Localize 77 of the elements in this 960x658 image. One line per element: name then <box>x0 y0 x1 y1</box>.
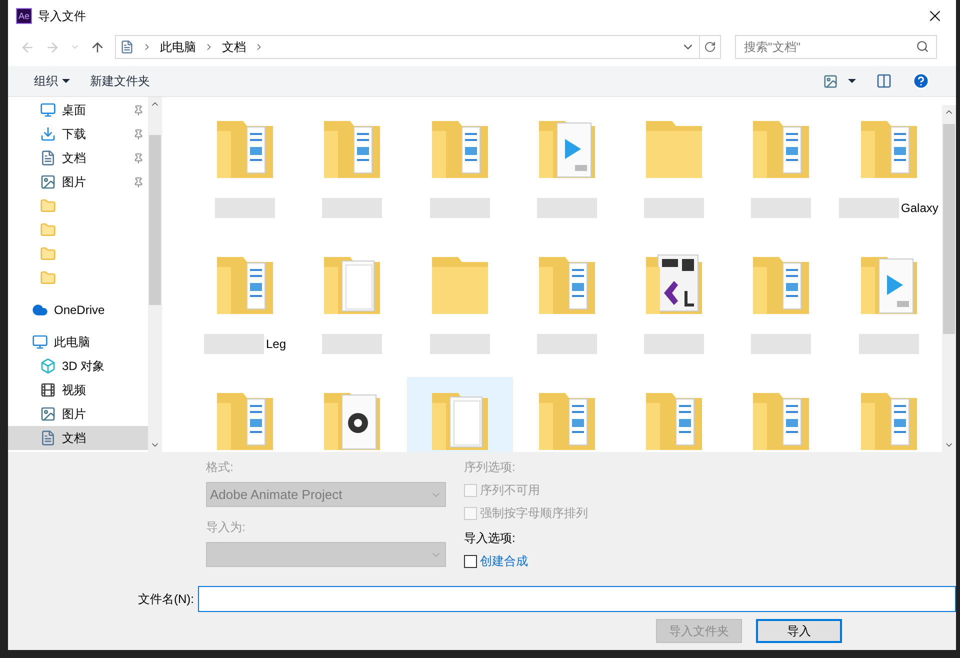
breadcrumb[interactable]: 此电脑 <box>160 38 196 56</box>
blurred-label <box>858 334 919 354</box>
document-icon <box>40 150 56 166</box>
sidebar-item[interactable]: 下载 <box>8 122 148 146</box>
sidebar-item[interactable]: 文档 <box>8 146 148 170</box>
help-icon[interactable] <box>912 72 930 90</box>
blurred-label <box>751 334 812 354</box>
format-label: 格式: <box>206 459 234 476</box>
file-item[interactable]: Galaxy <box>836 105 942 241</box>
checkbox-label: 创建合成 <box>480 553 528 570</box>
download-icon <box>40 126 56 142</box>
blurred-label <box>322 198 382 218</box>
sidebar-item[interactable]: OneDrive <box>8 298 148 322</box>
filename-field[interactable] <box>198 586 956 612</box>
folder-icon <box>40 270 56 286</box>
blurred-label <box>839 198 900 218</box>
blurred-label <box>204 334 264 354</box>
app-logo: Ae <box>16 8 32 24</box>
checkbox-label: 序列不可用 <box>480 482 540 499</box>
pin-icon <box>133 104 144 116</box>
search-field[interactable]: 搜索"文档" <box>735 35 937 59</box>
picture-icon <box>40 406 56 422</box>
pin-icon <box>133 128 144 140</box>
document-icon <box>120 40 134 54</box>
blurred-label <box>536 198 597 218</box>
filename-label: 文件名(N): <box>138 591 194 608</box>
sidebar-item[interactable]: 视频 <box>8 378 148 402</box>
blurred-label <box>644 334 704 354</box>
sidebar-item[interactable]: 图片 <box>8 402 148 426</box>
blurred-label <box>644 198 704 218</box>
blurred-label <box>322 334 382 354</box>
view-icon[interactable] <box>823 74 838 88</box>
document-icon <box>40 430 56 446</box>
folder-icon <box>40 198 56 214</box>
sidebar-item[interactable]: 3D 对象 <box>8 354 148 378</box>
sidebar-item[interactable]: 文档 <box>8 426 148 450</box>
blurred-label <box>430 198 490 218</box>
folder-icon <box>40 222 56 238</box>
caret-icon[interactable] <box>848 79 856 83</box>
import-as-label: 导入为: <box>206 519 246 536</box>
refresh-icon <box>704 41 716 53</box>
back-icon[interactable] <box>20 40 35 54</box>
picture-icon <box>40 174 56 190</box>
refresh-button[interactable] <box>700 35 721 59</box>
window-title: 导入文件 <box>38 8 86 25</box>
cloud-icon <box>32 302 48 318</box>
breadcrumb[interactable]: 文档 <box>222 38 246 56</box>
sidebar-item[interactable]: 桌面 <box>8 98 148 122</box>
search-icon <box>916 40 929 53</box>
checkbox-label: 强制按字母顺序排列 <box>480 505 588 522</box>
pin-icon <box>133 152 144 164</box>
new-folder-button[interactable]: 新建文件夹 <box>90 72 150 90</box>
sidebar-item[interactable]: 图片 <box>8 170 148 194</box>
sidebar-item[interactable]: 此电脑 <box>8 330 148 354</box>
forward-icon[interactable] <box>45 40 60 54</box>
scrollbar[interactable] <box>942 105 956 452</box>
blurred-label <box>430 334 490 354</box>
preview-pane-icon[interactable] <box>876 73 892 89</box>
pin-icon <box>133 176 144 188</box>
blurred-label <box>536 334 597 354</box>
sequence-label: 序列选项: <box>464 459 516 476</box>
dialog-button[interactable]: 导入 <box>756 619 842 643</box>
import-as-dropdown[interactable] <box>206 542 446 567</box>
file-item[interactable]: Leg <box>192 241 298 377</box>
computer-icon <box>32 334 48 350</box>
scrollbar[interactable] <box>148 97 162 452</box>
blurred-label <box>751 198 812 218</box>
cube-icon <box>40 358 56 374</box>
import-options-label: 导入选项: <box>464 530 516 547</box>
checkbox[interactable] <box>464 554 477 568</box>
organize-menu[interactable]: 组织 <box>34 72 70 90</box>
film-icon <box>40 382 56 398</box>
up-icon[interactable] <box>90 40 105 54</box>
blurred-label <box>215 198 275 218</box>
folder-icon <box>40 246 56 262</box>
desktop-icon <box>40 102 56 118</box>
address-bar[interactable]: 此电脑 文档 <box>115 35 700 59</box>
